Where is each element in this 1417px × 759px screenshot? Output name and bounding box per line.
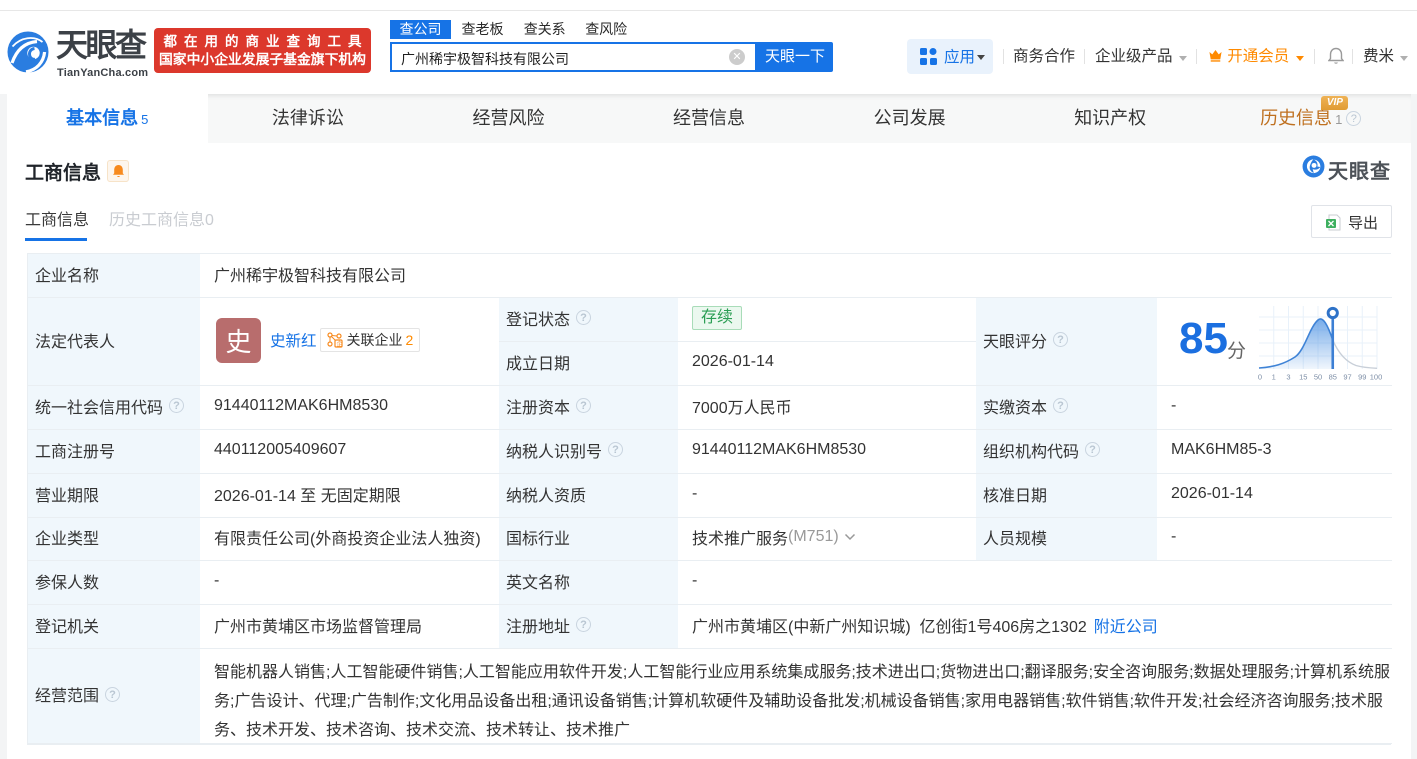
svg-text:100: 100 (1370, 372, 1383, 381)
svg-text:99: 99 (1358, 372, 1366, 381)
svg-text:企: 企 (336, 340, 342, 348)
svg-text:50: 50 (1314, 372, 1322, 381)
svg-text:1: 1 (1272, 372, 1276, 381)
svg-text:0: 0 (1258, 372, 1262, 381)
svg-text:85: 85 (1329, 372, 1337, 381)
svg-text:15: 15 (1299, 372, 1307, 381)
svg-text:97: 97 (1343, 372, 1351, 381)
svg-text:3: 3 (1286, 372, 1290, 381)
